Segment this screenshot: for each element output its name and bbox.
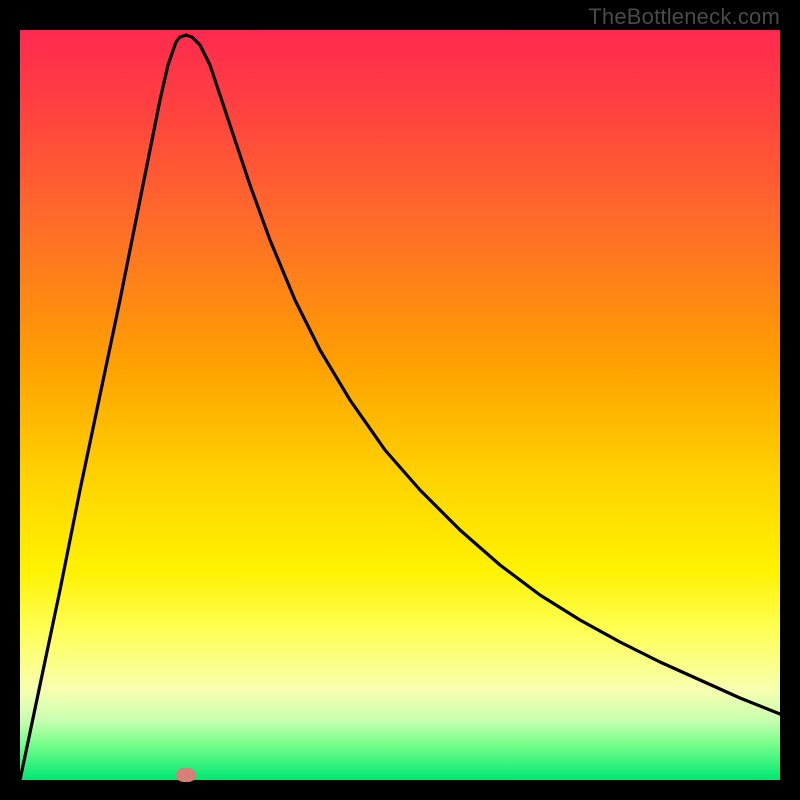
optimum-marker [176,768,196,782]
plot-area [20,30,780,780]
curve-path [20,35,780,780]
watermark-text: TheBottleneck.com [588,4,780,30]
bottleneck-curve [20,30,780,780]
chart-frame: TheBottleneck.com [0,0,800,800]
